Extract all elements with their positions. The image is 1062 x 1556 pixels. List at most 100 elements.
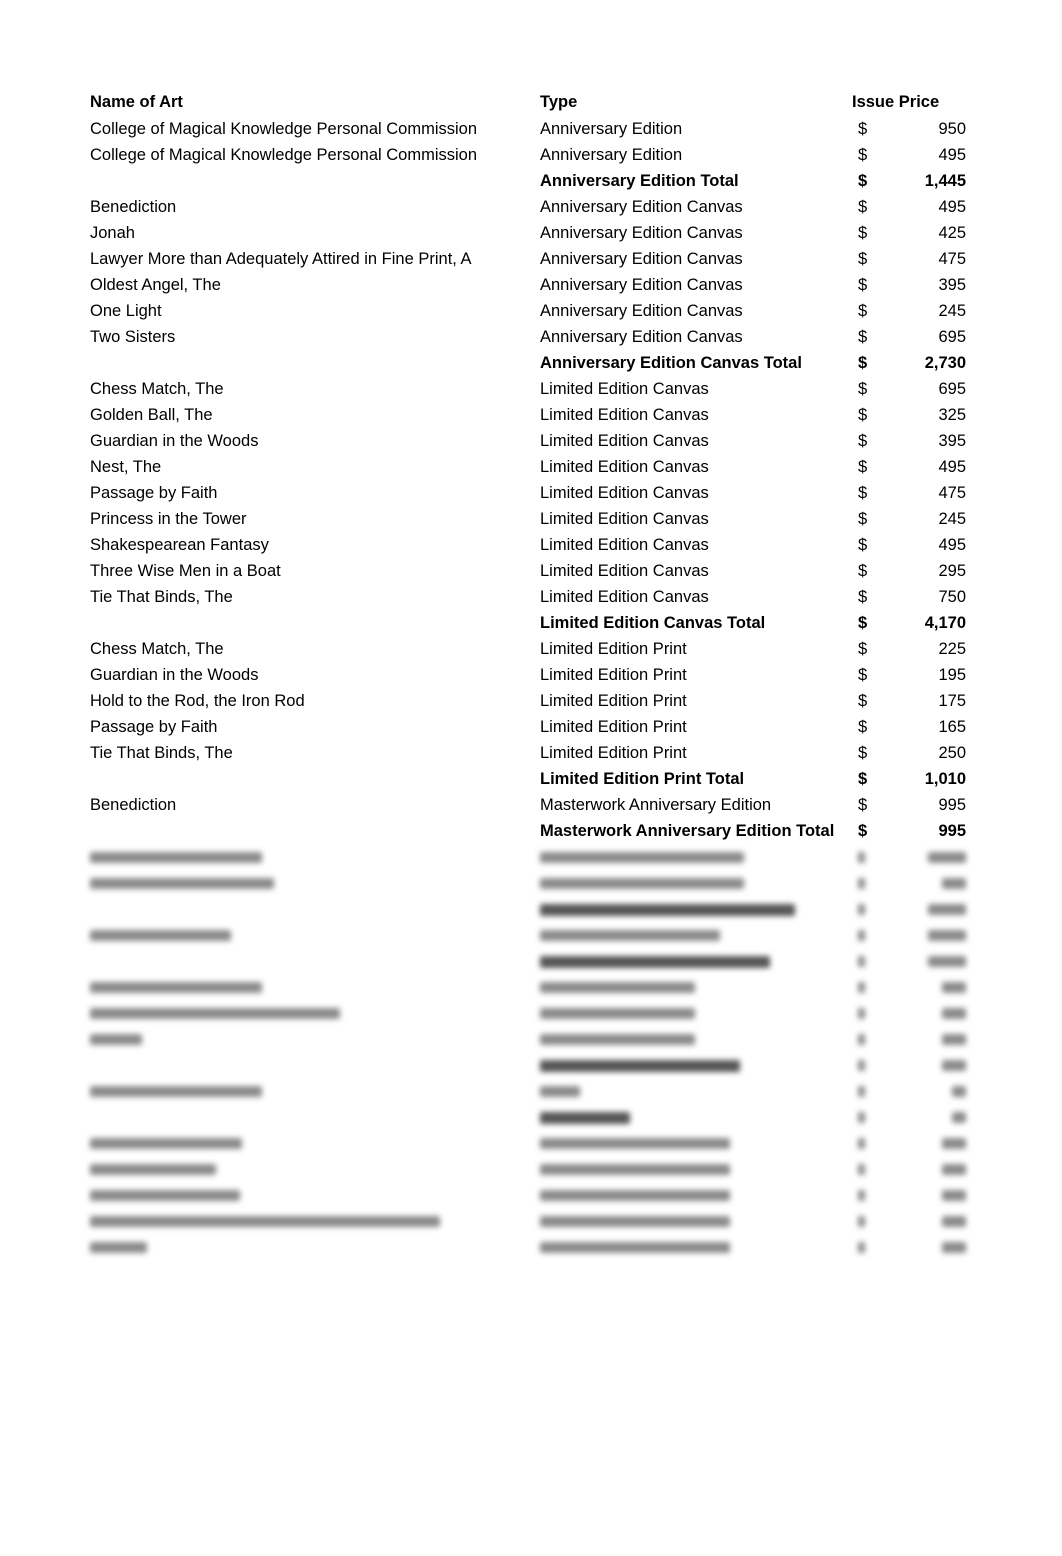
art-name: One Light: [90, 302, 162, 320]
redacted-currency: [858, 870, 865, 896]
redacted-price: [952, 1104, 966, 1130]
redacted-price: [928, 896, 966, 922]
redacted-currency: [858, 1208, 865, 1234]
redacted-row: [0, 1234, 1062, 1260]
subtotal-row: Masterwork Anniversary Edition Total $995: [0, 818, 1062, 844]
currency-symbol: $: [858, 328, 868, 346]
header-issue-price: Issue Price: [852, 93, 940, 111]
redacted-currency: [858, 974, 865, 1000]
art-type: Limited Edition Canvas: [540, 562, 709, 580]
currency-symbol: $: [858, 536, 868, 554]
art-type: Limited Edition Canvas: [540, 484, 709, 502]
art-type: Limited Edition Canvas: [540, 536, 709, 554]
redacted-currency: [858, 1130, 865, 1156]
issue-price: 2,730: [924, 354, 966, 372]
redacted-currency: [858, 1052, 865, 1078]
redacted-currency: [858, 896, 865, 922]
art-name: Benediction: [90, 198, 177, 216]
redacted-type: [540, 1130, 730, 1156]
redacted-currency: [858, 1234, 865, 1260]
currency-symbol: $: [858, 692, 868, 710]
table-row: Golden Ball, The Limited Edition Canvas $3…: [0, 402, 1062, 428]
redacted-row: [0, 948, 1062, 974]
issue-price: 295: [938, 562, 966, 580]
redacted-type: [540, 922, 720, 948]
issue-price: 1,010: [924, 770, 966, 788]
redacted-price: [942, 1208, 966, 1234]
issue-price: 750: [938, 588, 966, 606]
art-name: Golden Ball, The: [90, 406, 213, 424]
art-type: Limited Edition Canvas: [540, 380, 709, 398]
currency-symbol: $: [858, 302, 868, 320]
table-row: Tie That Binds, The Limited Edition Canva…: [0, 584, 1062, 610]
currency-symbol: $: [858, 224, 868, 242]
art-type: Anniversary Edition Canvas: [540, 250, 743, 268]
redacted-currency: [858, 1182, 865, 1208]
issue-price: 245: [938, 302, 966, 320]
art-name: Chess Match, The: [90, 380, 224, 398]
issue-price: 1,445: [924, 172, 966, 190]
art-type: Anniversary Edition Total: [540, 172, 739, 190]
issue-price: 495: [938, 146, 966, 164]
table-row: Benediction Masterwork Anniversary Editio…: [0, 792, 1062, 818]
redacted-price: [942, 870, 966, 896]
redacted-row: [0, 844, 1062, 870]
currency-symbol: $: [858, 588, 868, 606]
subtotal-row: Anniversary Edition Total $1,445: [0, 168, 1062, 194]
redacted-row: [0, 1026, 1062, 1052]
art-type: Limited Edition Print Total: [540, 770, 745, 788]
column-header-row: Name of Art Type Issue Price: [0, 89, 1062, 115]
redacted-type: [540, 870, 744, 896]
art-type: Anniversary Edition Canvas: [540, 224, 743, 242]
issue-price: 175: [938, 692, 966, 710]
redacted-type: [540, 1052, 740, 1078]
issue-price: 250: [938, 744, 966, 762]
art-type: Limited Edition Print: [540, 640, 687, 658]
redacted-row: [0, 1130, 1062, 1156]
currency-symbol: $: [858, 120, 868, 138]
table-row: Hold to the Rod, the Iron Rod Limited Edi…: [0, 688, 1062, 714]
art-name: Passage by Faith: [90, 718, 218, 736]
art-type: Limited Edition Print: [540, 692, 687, 710]
redacted-name: [90, 922, 231, 948]
redacted-name: [90, 1000, 340, 1026]
table-row: Princess in the Tower Limited Edition Can…: [0, 506, 1062, 532]
art-type: Anniversary Edition Canvas: [540, 198, 743, 216]
art-name: Passage by Faith: [90, 484, 218, 502]
art-type: Anniversary Edition: [540, 146, 683, 164]
redacted-currency: [858, 922, 865, 948]
art-name: College of Magical Knowledge Personal Co…: [90, 120, 478, 138]
currency-symbol: $: [858, 796, 868, 814]
art-type: Anniversary Edition Canvas Total: [540, 354, 802, 372]
redacted-name: [90, 974, 262, 1000]
currency-symbol: $: [858, 562, 868, 580]
currency-symbol: $: [858, 718, 868, 736]
art-type: Limited Edition Canvas: [540, 510, 709, 528]
redacted-row: [0, 1052, 1062, 1078]
table-row: Chess Match, The Limited Edition Print $22…: [0, 636, 1062, 662]
table-row: Chess Match, The Limited Edition Canvas $6…: [0, 376, 1062, 402]
art-name: Two Sisters: [90, 328, 176, 346]
table-row: Nest, The Limited Edition Canvas $495: [0, 454, 1062, 480]
redacted-name: [90, 1234, 147, 1260]
table-row: Passage by Faith Limited Edition Canvas $4…: [0, 480, 1062, 506]
redacted-currency: [858, 948, 865, 974]
art-type: Limited Edition Canvas: [540, 458, 709, 476]
redacted-name: [90, 1078, 262, 1104]
issue-price: 995: [938, 822, 966, 840]
redacted-price: [942, 974, 966, 1000]
table-row: College of Magical Knowledge Personal Co…: [0, 116, 1062, 142]
redacted-name: [90, 1208, 440, 1234]
currency-symbol: $: [858, 614, 868, 632]
redacted-row: [0, 974, 1062, 1000]
redacted-row: [0, 1156, 1062, 1182]
redacted-price: [942, 1130, 966, 1156]
table-row: Tie That Binds, The Limited Edition Print…: [0, 740, 1062, 766]
redacted-name: [90, 1156, 216, 1182]
currency-symbol: $: [858, 770, 868, 788]
redacted-price: [942, 1156, 966, 1182]
currency-symbol: $: [858, 510, 868, 528]
art-name: Guardian in the Woods: [90, 666, 259, 684]
issue-price: 695: [938, 380, 966, 398]
redacted-row: [0, 922, 1062, 948]
